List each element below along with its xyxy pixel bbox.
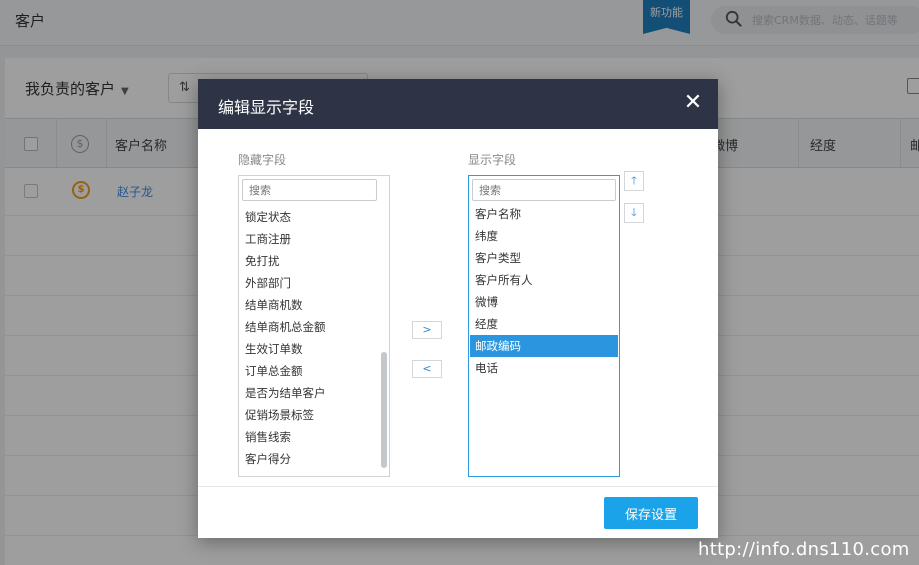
dialog-footer: 保存设置 <box>198 486 718 538</box>
hidden-fields-search-input[interactable] <box>242 179 377 201</box>
shown-fields-search-input[interactable] <box>472 179 616 201</box>
dialog-body: 隐藏字段 锁定状态 工商注册 免打扰 外部部门 结单商机数 结单商机总金额 生效… <box>198 129 718 486</box>
list-item[interactable]: 锁定状态 <box>240 206 388 228</box>
list-item[interactable]: 促销场景标签 <box>240 404 388 426</box>
list-item[interactable]: 结单商机数 <box>240 294 388 316</box>
arrow-up-icon[interactable]: 🡑 <box>624 171 644 191</box>
list-item[interactable]: 是否为结单客户 <box>240 382 388 404</box>
hidden-fields-label: 隐藏字段 <box>238 153 287 167</box>
watermark-text: http://info.dns110.com <box>698 539 910 560</box>
list-item[interactable]: 客户得分 <box>240 448 388 470</box>
arrow-down-icon[interactable]: 🡓 <box>624 203 644 223</box>
list-item[interactable]: 微博 <box>470 291 618 313</box>
list-scrollbar[interactable] <box>381 352 387 468</box>
move-left-button[interactable]: < <box>412 360 442 378</box>
list-item[interactable]: 生效订单数 <box>240 338 388 360</box>
list-item[interactable]: 工商注册 <box>240 228 388 250</box>
dialog-title: 编辑显示字段 <box>218 98 315 117</box>
list-item[interactable]: 客户所有人 <box>470 269 618 291</box>
close-icon[interactable]: ✕ <box>682 92 704 114</box>
list-item[interactable]: 电话 <box>470 357 618 379</box>
list-item[interactable]: 经度 <box>470 313 618 335</box>
list-item[interactable]: 外部部门 <box>240 272 388 294</box>
list-item-selected[interactable]: 邮政编码 <box>470 335 618 357</box>
list-item[interactable]: 客户名称 <box>470 203 618 225</box>
list-item[interactable]: 订单总金额 <box>240 360 388 382</box>
edit-display-fields-dialog: 编辑显示字段 ✕ 隐藏字段 锁定状态 工商注册 免打扰 外部部门 结单商机数 结… <box>198 79 718 538</box>
dialog-header: 编辑显示字段 ✕ <box>198 79 718 129</box>
shown-fields-label: 显示字段 <box>468 153 517 167</box>
shown-fields-list[interactable]: 客户名称 纬度 客户类型 客户所有人 微博 经度 邮政编码 电话 <box>468 175 620 477</box>
save-settings-button[interactable]: 保存设置 <box>604 497 698 529</box>
list-item[interactable]: 客户类型 <box>470 247 618 269</box>
move-right-button[interactable]: > <box>412 321 442 339</box>
list-item[interactable]: 结单商机总金额 <box>240 316 388 338</box>
hidden-fields-list[interactable]: 锁定状态 工商注册 免打扰 外部部门 结单商机数 结单商机总金额 生效订单数 订… <box>238 175 390 477</box>
list-item[interactable]: 销售线索 <box>240 426 388 448</box>
list-item[interactable]: 纬度 <box>470 225 618 247</box>
list-item[interactable]: 免打扰 <box>240 250 388 272</box>
